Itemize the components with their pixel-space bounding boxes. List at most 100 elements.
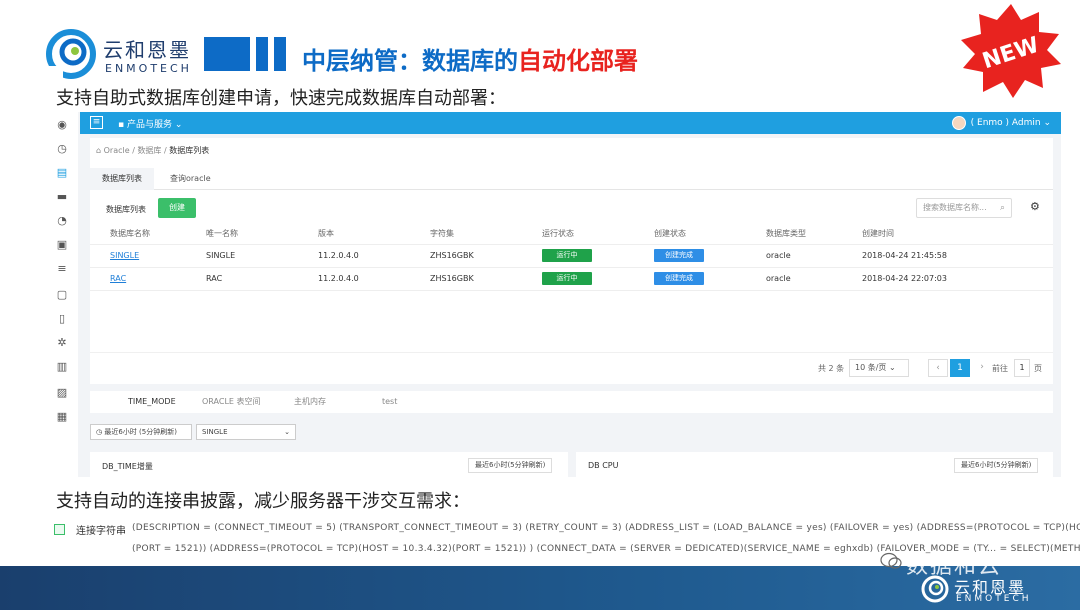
- goto-label: 前往: [992, 364, 1008, 373]
- column-header[interactable]: 字符集: [430, 224, 542, 245]
- search-placeholder: 搜索数据库名称...: [923, 203, 987, 212]
- grid-icon: ▪: [118, 120, 127, 130]
- card-range-select[interactable]: 最近6小时(5分钟刷新): [468, 458, 553, 473]
- user-card-icon[interactable]: ▢: [55, 288, 69, 302]
- toolbar-label: 数据库列表: [106, 205, 146, 214]
- connection-string-label: 连接字符串: [76, 526, 126, 537]
- create-button[interactable]: 创建: [158, 198, 196, 218]
- tab-database-list[interactable]: 数据库列表: [90, 168, 154, 190]
- gear-icon[interactable]: ⚙: [1030, 200, 1040, 213]
- enmotech-logo: 云和恩墨 ENMOTECH: [45, 28, 200, 80]
- avatar: [951, 115, 966, 130]
- create-status-badge: 创建完成: [654, 249, 704, 262]
- database-select[interactable]: SINGLE ⌄: [196, 424, 296, 440]
- chevron-down-icon: ⌄: [284, 428, 290, 436]
- pagination-total: 共 2 条: [818, 364, 845, 373]
- title-bar: [204, 37, 250, 71]
- app-screenshot: ◉ ◷ ▤ ▬ ◔ ▣ ≡ ▢ ▯ ✲ ▥ ▨ ▦ ≡ ▪ 产品与服务 ⌄ ( …: [48, 112, 1061, 477]
- page-size-select[interactable]: 10 条/页 ⌄: [849, 359, 909, 377]
- metric-tab[interactable]: test: [382, 391, 397, 413]
- enmotech-logo-icon: [921, 575, 949, 603]
- enmotech-logo-icon: [45, 29, 96, 80]
- table-header-row: 数据库名称 唯一名称 版本 字符集 运行状态 创建状态 数据库类型 创建时间: [90, 224, 1053, 245]
- table-row: RAC RAC 11.2.0.4.0 ZHS16GBK 运行中 创建完成 ora…: [90, 267, 1053, 291]
- logo-brand-cn: 云和恩墨: [103, 38, 191, 62]
- eye-icon[interactable]: ◉: [55, 118, 69, 132]
- version-cell: 11.2.0.4.0: [318, 244, 430, 268]
- column-header[interactable]: 创建状态: [654, 224, 766, 245]
- metric-tab[interactable]: ORACLE 表空间: [202, 391, 261, 413]
- section-subtitle: 支持自动的连接串披露，减少服务器干涉交互需求：: [56, 491, 470, 512]
- tab-bar: 数据库列表 查询oracle: [90, 168, 1053, 190]
- breadcrumb-current: 数据库列表: [169, 146, 210, 155]
- document-icon[interactable]: ▯: [55, 312, 69, 326]
- footer-brand-en: ENMOTECH: [956, 594, 1032, 604]
- database-table: 数据库名称 唯一名称 版本 字符集 运行状态 创建状态 数据库类型 创建时间 S…: [90, 224, 1053, 291]
- connection-string-line: (DESCRIPTION = (CONNECT_TIMEOUT = 5) (TR…: [132, 523, 1080, 533]
- slide-title-prefix: 中层纳管：数据库的: [302, 47, 518, 75]
- column-header[interactable]: 创建时间: [862, 224, 1053, 245]
- title-bar: [274, 37, 286, 71]
- chart-icon[interactable]: ◔: [55, 214, 69, 228]
- prev-page-button[interactable]: ‹: [928, 359, 948, 377]
- next-page-button[interactable]: ›: [972, 359, 992, 377]
- column-header[interactable]: 数据库名称: [90, 224, 206, 245]
- charset-cell: ZHS16GBK: [430, 267, 542, 291]
- time-range-select[interactable]: ◷ 最近6小时 (5分钟刷新): [90, 424, 192, 440]
- database-select-value: SINGLE: [202, 428, 228, 436]
- app-topbar: ≡ ▪ 产品与服务 ⌄ ( Enmo ) Admin ⌄: [80, 112, 1061, 134]
- disk-icon[interactable]: ▣: [55, 238, 69, 252]
- tab-query-oracle[interactable]: 查询oracle: [158, 168, 223, 190]
- clock-icon[interactable]: ◷: [55, 142, 69, 156]
- page-button-current[interactable]: 1: [950, 359, 970, 377]
- archive-icon[interactable]: ▦: [55, 410, 69, 424]
- page-suffix: 页: [1034, 364, 1042, 373]
- sliders-icon[interactable]: ≡: [55, 262, 69, 276]
- card-title: DB_TIME增量: [102, 462, 153, 471]
- version-cell: 11.2.0.4.0: [318, 267, 430, 291]
- metric-tab[interactable]: TIME_MODE: [128, 391, 176, 413]
- metric-tab-bar: TIME_MODE ORACLE 表空间 主机内存 test: [90, 391, 1053, 413]
- breadcrumb-item[interactable]: 数据库: [137, 146, 161, 155]
- products-services-menu[interactable]: ▪ 产品与服务 ⌄: [118, 117, 182, 130]
- database-name-link[interactable]: RAC: [110, 274, 126, 283]
- menu-toggle-icon[interactable]: ≡: [90, 116, 103, 129]
- pagination: 共 2 条 10 条/页 ⌄ ‹ 1 › 前往 1 页: [90, 352, 1053, 384]
- created-time-cell: 2018-04-24 21:45:58: [862, 244, 1053, 268]
- time-range-value: 最近6小时 (5分钟刷新): [104, 428, 177, 436]
- metric-tab[interactable]: 主机内存: [294, 391, 326, 413]
- table-row: SINGLE SINGLE 11.2.0.4.0 ZHS16GBK 运行中 创建…: [90, 244, 1053, 268]
- report-icon[interactable]: ▥: [55, 360, 69, 374]
- column-header[interactable]: 版本: [318, 224, 430, 245]
- slide-title: 中层纳管：数据库的自动化部署: [302, 41, 638, 76]
- footer-logo: 云和恩墨 ENMOTECH: [920, 572, 1070, 608]
- database-name-link[interactable]: SINGLE: [110, 251, 139, 260]
- breadcrumb-item[interactable]: Oracle: [104, 146, 130, 155]
- home-icon[interactable]: ⌂: [96, 146, 104, 155]
- user-menu[interactable]: ( Enmo ) Admin ⌄: [951, 115, 1051, 131]
- settings-icon[interactable]: ✲: [55, 336, 69, 350]
- logo-brand-en: ENMOTECH: [105, 62, 192, 75]
- charset-cell: ZHS16GBK: [430, 244, 542, 268]
- server-icon[interactable]: ▬: [55, 190, 69, 204]
- column-header[interactable]: 唯一名称: [206, 224, 318, 245]
- column-header[interactable]: 数据库类型: [766, 224, 862, 245]
- db-type-cell: oracle: [766, 267, 862, 291]
- unique-name-cell: RAC: [206, 267, 318, 291]
- image-icon[interactable]: ▨: [55, 386, 69, 400]
- card-range-select[interactable]: 最近6小时(5分钟刷新): [954, 458, 1039, 473]
- slide-subtitle: 支持自助式数据库创建申请，快速完成数据库自动部署：: [56, 88, 506, 109]
- database-icon[interactable]: ▤: [55, 166, 69, 180]
- create-status-badge: 创建完成: [654, 272, 704, 285]
- column-header[interactable]: 运行状态: [542, 224, 654, 245]
- search-input[interactable]: 搜索数据库名称... ⌕: [916, 198, 1012, 218]
- title-bar: [256, 37, 268, 71]
- connection-icon: [54, 524, 65, 535]
- search-icon[interactable]: ⌕: [1000, 199, 1005, 217]
- database-list-panel: ⌂ Oracle / 数据库 / 数据库列表 数据库列表 查询oracle 数据…: [90, 138, 1053, 384]
- run-status-badge: 运行中: [542, 249, 592, 262]
- left-icon-rail: ◉ ◷ ▤ ▬ ◔ ▣ ≡ ▢ ▯ ✲ ▥ ▨ ▦: [48, 112, 78, 477]
- goto-page-input[interactable]: 1: [1014, 359, 1030, 377]
- card-title: DB CPU: [588, 461, 619, 470]
- db-cpu-card: DB CPU 最近6小时(5分钟刷新): [576, 452, 1053, 477]
